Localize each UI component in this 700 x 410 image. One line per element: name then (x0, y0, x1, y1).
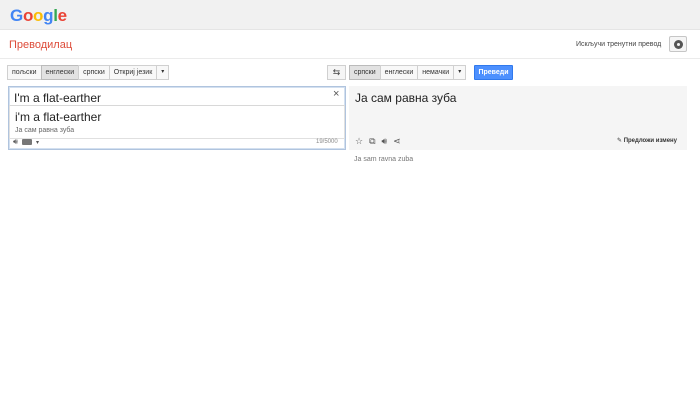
copy-icon[interactable]: ⧉ (369, 136, 375, 147)
target-lang-german[interactable]: немачки (417, 65, 455, 80)
translation-output: Ја сам равна зуба ☆ ⧉ 🔊︎ ⋖ ✎ Предложи из… (349, 86, 687, 150)
suggestion-translation: Ја сам равна зуба (15, 127, 75, 134)
suggest-edit-label: Предложи измену (623, 138, 678, 144)
source-lang-detect[interactable]: Откриј језик (108, 65, 158, 80)
source-lang-english[interactable]: енглески (40, 65, 80, 80)
logo-letter: g (43, 6, 54, 25)
logo-letter: o (33, 6, 44, 25)
target-language-bar: српски енглески немачки ▾ (349, 65, 467, 80)
swap-languages-button[interactable]: ⇆ (327, 65, 346, 80)
target-lang-dropdown[interactable]: ▾ (453, 65, 467, 80)
translation-text[interactable]: Ја сам равна зуба (355, 91, 456, 105)
speaker-icon[interactable]: 🔊︎ (13, 137, 18, 147)
translate-button[interactable]: Преведи (474, 65, 513, 80)
keyboard-icon[interactable] (22, 139, 33, 145)
source-lang-dropdown[interactable]: ▾ (156, 65, 170, 80)
instant-translation-off-link[interactable]: Искључи тренутни превод (576, 41, 661, 48)
source-text[interactable]: I'm a flat-earther (14, 91, 101, 105)
suggest-edit-button[interactable]: ✎ Предложи измену (617, 137, 677, 144)
source-lang-serbian[interactable]: српски (78, 65, 110, 80)
app-header: Преводилац Искључи тренутни превод (0, 31, 700, 59)
chevron-down-icon[interactable]: ▾ (36, 139, 39, 146)
transliteration: Ja sam ravna zuba (354, 156, 414, 163)
logo-letter: e (57, 6, 67, 25)
star-icon[interactable]: ☆ (355, 136, 363, 147)
settings-button[interactable] (669, 36, 687, 52)
page-title: Преводилац (9, 39, 73, 51)
google-logo[interactable]: Google (10, 6, 67, 26)
source-tools: 🔊︎ ▾ (13, 137, 39, 147)
suggestion-text: i'm a flat-earther (15, 110, 102, 124)
char-count: 19/5000 (316, 139, 338, 145)
clear-icon[interactable]: × (333, 88, 339, 100)
autocomplete-suggestion[interactable]: i'm a flat-earther Ја сам равна зуба (9, 105, 345, 139)
target-lang-english[interactable]: енглески (379, 65, 419, 80)
target-lang-serbian[interactable]: српски (349, 65, 381, 80)
translation-tools: ☆ ⧉ 🔊︎ ⋖ (355, 136, 401, 147)
source-language-bar: пољски енглески српски Откриј језик ▾ (7, 65, 170, 80)
share-icon[interactable]: ⋖ (393, 136, 401, 147)
top-bar: Google (0, 0, 700, 30)
source-lang-polish[interactable]: пољски (7, 65, 42, 80)
speaker-icon[interactable]: 🔊︎ (382, 136, 388, 147)
logo-letter: G (10, 6, 23, 25)
logo-letter: o (22, 6, 34, 25)
gear-icon (674, 40, 683, 49)
